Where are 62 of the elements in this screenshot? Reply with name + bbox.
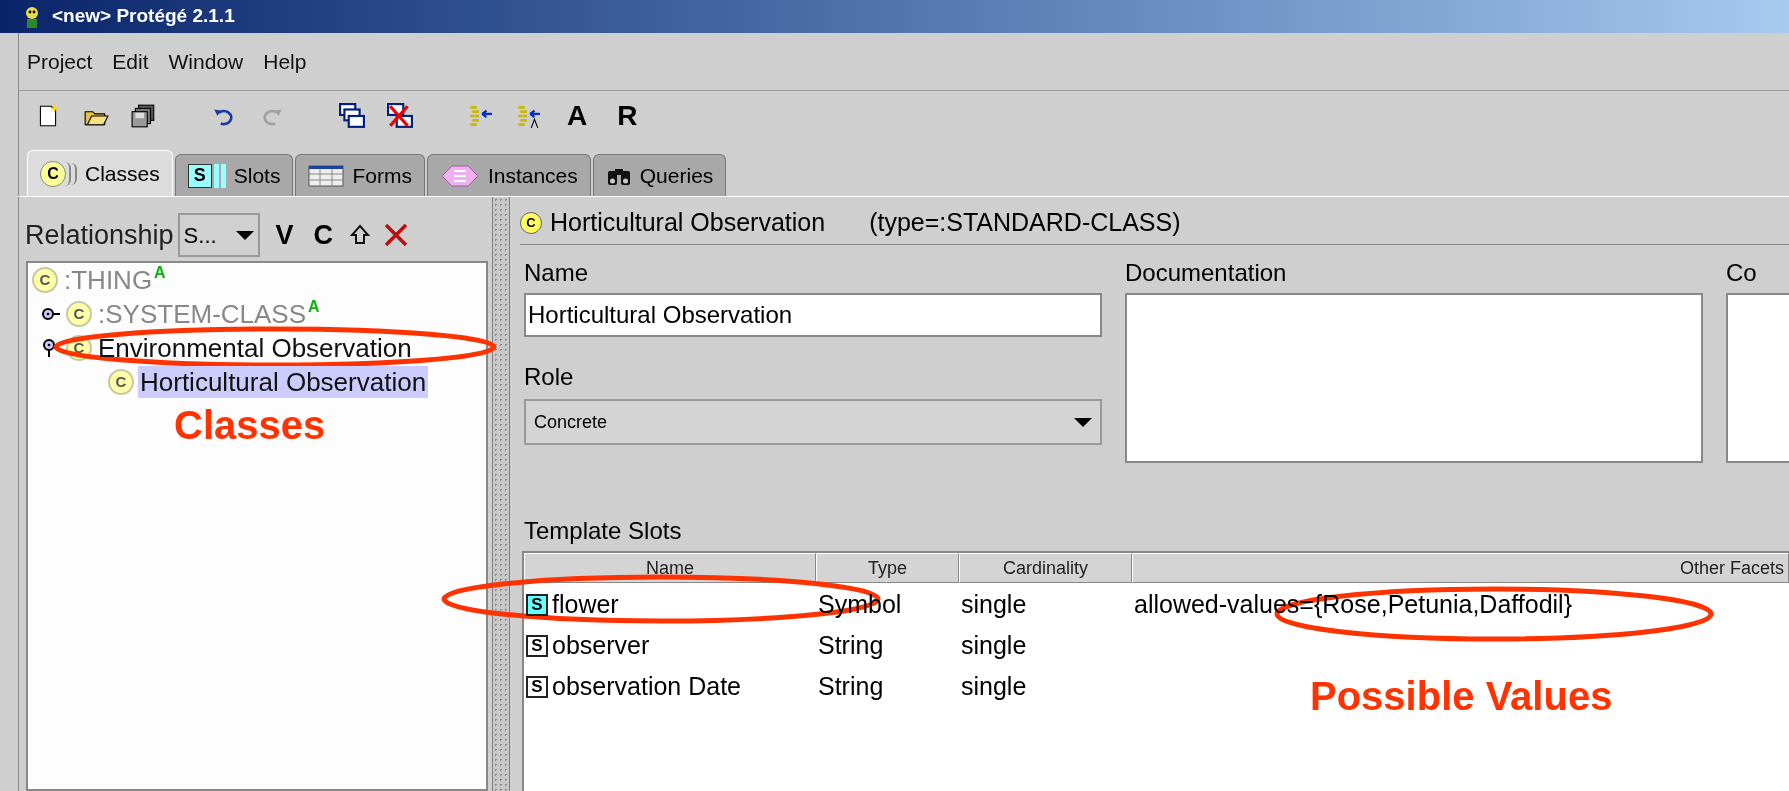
constraints-field[interactable] <box>1726 293 1789 463</box>
class-icon: C <box>66 301 92 327</box>
table-cell-text: observation Date <box>552 670 741 702</box>
toolbar-button[interactable]: R <box>613 102 642 130</box>
caret-icon <box>1074 417 1092 427</box>
table-cell-text: flower <box>552 588 619 620</box>
delete-windows-icon[interactable] <box>387 103 413 129</box>
tab[interactable]: Forms <box>295 154 425 196</box>
class-icon: C <box>520 211 542 234</box>
tree-item[interactable]: Environmental Observation <box>96 332 414 364</box>
class-icon: C <box>32 267 58 293</box>
toolbar-button[interactable]: V <box>271 214 298 256</box>
annotation-label: Classes <box>174 405 326 445</box>
class-title: Horticultural Observation <box>550 206 826 238</box>
name-field[interactable]: Horticultural Observation <box>524 293 1102 337</box>
role-dropdown[interactable]: Concrete <box>524 399 1102 445</box>
tab[interactable]: Queries <box>592 154 727 196</box>
caret-icon <box>235 230 254 240</box>
diamond-icon <box>439 163 480 188</box>
toolbar-button[interactable]: C <box>309 214 338 256</box>
documentation-field[interactable] <box>1125 293 1703 463</box>
table-cell: single <box>961 589 1027 618</box>
table-cell-text: observer <box>552 629 650 661</box>
slot-icon: S <box>526 675 548 698</box>
menu-item[interactable]: Window <box>168 45 244 78</box>
tree-item[interactable]: Horticultural Observation <box>138 366 429 398</box>
field-label: Documentation <box>1125 258 1288 288</box>
window-title: <new> Protégé 2.1.1 <box>52 4 235 29</box>
field-label: Role <box>524 362 575 392</box>
insert-slot-icon[interactable] <box>467 103 493 129</box>
move-up-icon[interactable] <box>349 224 372 246</box>
windows-icon[interactable] <box>339 103 365 129</box>
tab[interactable]: S Slots <box>174 154 294 196</box>
menu-item[interactable]: Edit <box>112 45 149 78</box>
annotation-label: Possible Values <box>1310 676 1613 716</box>
table-cell: single <box>961 671 1027 700</box>
slot-icon: S <box>526 593 548 616</box>
menu-item[interactable]: Project <box>27 45 93 78</box>
field-label: Name <box>524 258 590 288</box>
section-label: Template Slots <box>523 516 683 546</box>
abstract-marker-label: A <box>154 263 166 283</box>
column-header[interactable]: Type <box>816 553 959 583</box>
field-label: Co <box>1726 258 1758 288</box>
column-header[interactable]: Other Facets <box>1132 553 1789 583</box>
menu-item[interactable]: Help <box>263 45 307 78</box>
tab[interactable]: C Classes <box>27 150 173 196</box>
class-icon: C <box>108 369 134 395</box>
insert-slot-icon[interactable] <box>515 103 541 129</box>
form-grid-icon <box>308 164 345 187</box>
delete-icon[interactable] <box>383 222 410 248</box>
class-type: (type=:STANDARD-CLASS) <box>869 206 1181 238</box>
table-cell: String <box>818 630 884 659</box>
tab[interactable]: Instances <box>426 154 591 196</box>
column-header[interactable]: Cardinality <box>959 553 1132 583</box>
slot-icon: S <box>526 634 548 657</box>
toolbar-button[interactable]: A <box>563 102 592 130</box>
relationship-dropdown[interactable]: S... <box>177 213 260 257</box>
abstract-marker-label: A <box>308 297 320 317</box>
table-cell: String <box>818 671 884 700</box>
table-cell: single <box>961 630 1027 659</box>
save-all-icon[interactable] <box>131 103 157 129</box>
relationship-label: Relationship <box>25 218 174 252</box>
